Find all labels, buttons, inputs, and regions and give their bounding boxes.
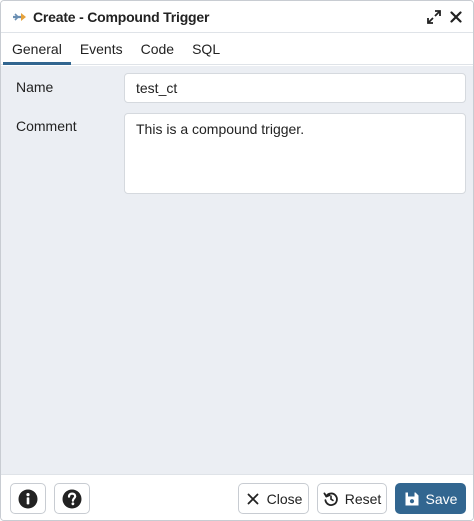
save-button[interactable]: Save xyxy=(395,483,466,514)
name-field[interactable] xyxy=(124,73,466,103)
close-button-label: Close xyxy=(266,490,303,507)
reset-button[interactable]: Reset xyxy=(317,483,387,514)
tab-events[interactable]: Events xyxy=(71,33,132,64)
comment-field[interactable]: This is a compound trigger. xyxy=(124,113,466,194)
close-icon xyxy=(245,491,261,507)
dialog-titlebar[interactable]: Create - Compound Trigger xyxy=(1,1,473,33)
name-row: Name xyxy=(1,73,473,104)
create-compound-trigger-dialog: Create - Compound Trigger General Events… xyxy=(0,0,474,521)
tab-sql[interactable]: SQL xyxy=(183,33,229,64)
reset-button-label: Reset xyxy=(344,490,382,507)
close-icon[interactable] xyxy=(447,8,465,26)
tab-general[interactable]: General xyxy=(3,33,71,65)
compound-trigger-icon xyxy=(12,10,28,24)
help-button[interactable] xyxy=(54,483,90,514)
comment-row: Comment This is a compound trigger. xyxy=(1,113,473,195)
dialog-tabs: General Events Code SQL xyxy=(1,33,473,65)
comment-label: Comment xyxy=(16,118,77,134)
help-icon xyxy=(62,489,82,509)
tab-code[interactable]: Code xyxy=(132,33,183,64)
expand-icon[interactable] xyxy=(425,8,443,26)
save-icon xyxy=(404,491,420,507)
info-icon xyxy=(18,489,38,509)
dialog-footer: Close Reset Save xyxy=(1,474,473,520)
name-label: Name xyxy=(16,79,54,95)
info-button[interactable] xyxy=(10,483,46,514)
close-button[interactable]: Close xyxy=(238,483,309,514)
save-button-label: Save xyxy=(425,490,458,507)
dialog-title: Create - Compound Trigger xyxy=(33,8,210,25)
general-tab-panel: Name Comment This is a compound trigger. xyxy=(1,66,473,474)
reset-icon xyxy=(323,491,339,507)
